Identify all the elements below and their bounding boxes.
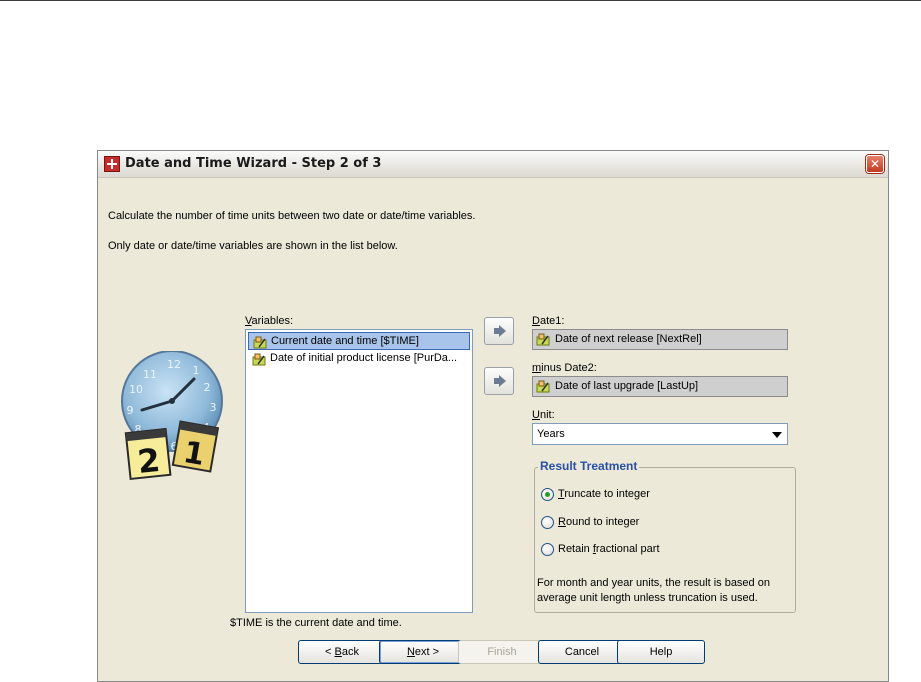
variable-icon	[253, 336, 267, 349]
svg-text:1: 1	[193, 364, 200, 377]
clock-calendar-icon: 12 1 2 3 4 5 6 7 8 9 10 11 2 1	[121, 351, 223, 481]
result-treatment-title: Result Treatment	[538, 459, 640, 473]
truncate-radio[interactable]	[541, 488, 554, 501]
retain-fractional-radio[interactable]	[541, 543, 554, 556]
move-arrow-icon	[494, 375, 506, 387]
app-icon	[104, 156, 120, 172]
retain-fractional-label[interactable]: Retain fractional part	[558, 543, 660, 555]
window-title: Date and Time Wizard - Step 2 of 3	[125, 156, 382, 171]
svg-text:10: 10	[129, 383, 143, 396]
move-arrow-icon	[494, 325, 506, 337]
move-to-date2-button[interactable]	[484, 367, 514, 395]
description-line-2: Only date or date/time variables are sho…	[108, 240, 398, 252]
list-item[interactable]: Current date and time [$TIME]	[248, 332, 470, 350]
svg-text:3: 3	[210, 401, 217, 414]
help-button[interactable]: Help	[617, 640, 705, 664]
finish-button: Finish	[458, 640, 546, 664]
unit-select[interactable]: Years	[532, 423, 788, 445]
variable-icon	[536, 333, 550, 346]
list-item[interactable]: Date of initial product license [PurDa..…	[248, 350, 470, 368]
top-divider	[0, 0, 921, 1]
move-to-date1-button[interactable]	[484, 317, 514, 345]
next-button[interactable]: Next >	[379, 640, 467, 664]
variable-icon	[536, 380, 550, 393]
truncate-label[interactable]: Truncate to integer	[558, 488, 650, 500]
svg-text:9: 9	[127, 404, 134, 417]
back-button[interactable]: < Back	[298, 640, 386, 664]
variables-list[interactable]: Current date and time [$TIME] Date of in…	[245, 329, 473, 613]
date2-field[interactable]: Date of last upgrade [LastUp]	[532, 376, 788, 397]
svg-text:11: 11	[143, 368, 157, 381]
close-icon[interactable]: ✕	[866, 155, 884, 173]
svg-text:2: 2	[204, 381, 211, 394]
dropdown-arrow-icon[interactable]	[772, 432, 782, 438]
date1-field[interactable]: Date of next release [NextRel]	[532, 329, 788, 350]
round-label[interactable]: Round to integer	[558, 516, 639, 528]
calendar-day-left: 2	[136, 441, 162, 481]
date1-label: Date1:	[532, 315, 565, 327]
result-treatment-note: For month and year units, the result is …	[537, 577, 770, 604]
variable-icon	[252, 353, 266, 366]
round-radio[interactable]	[541, 516, 554, 529]
svg-text:12: 12	[167, 358, 181, 371]
unit-label: Unit:	[532, 409, 555, 421]
date-time-wizard-dialog: Date and Time Wizard - Step 2 of 3 ✕ Cal…	[97, 150, 889, 682]
variables-label: Variables:	[245, 315, 294, 327]
result-treatment-group: Result Treatment Truncate to integer Rou…	[534, 459, 796, 613]
time-note: $TIME is the current date and time.	[230, 617, 402, 629]
cancel-button[interactable]: Cancel	[538, 640, 626, 664]
description-line-1: Calculate the number of time units betwe…	[108, 210, 476, 222]
title-bar[interactable]: Date and Time Wizard - Step 2 of 3 ✕	[98, 151, 888, 178]
date2-label: minus Date2:	[532, 362, 597, 374]
